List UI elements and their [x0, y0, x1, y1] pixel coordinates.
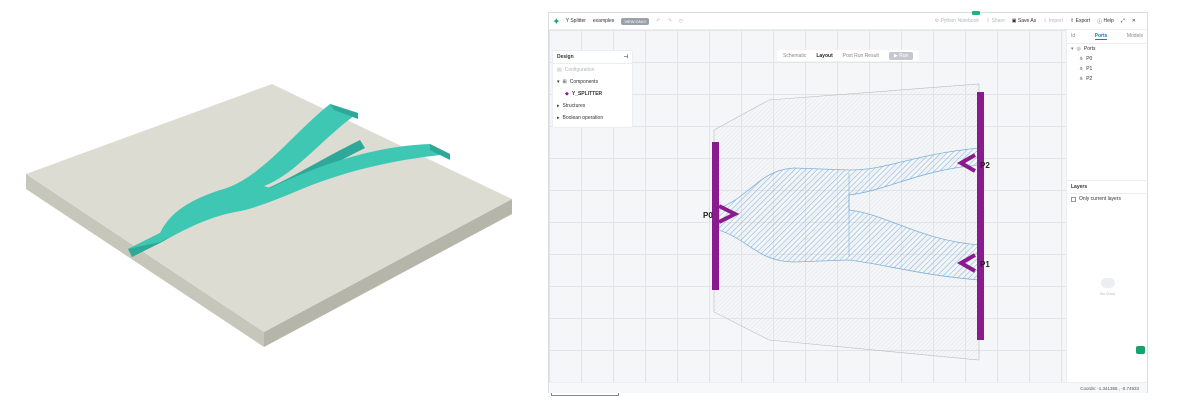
project-name[interactable]: examples — [593, 18, 614, 24]
structures-item[interactable]: ▸ Structures — [553, 100, 632, 112]
scale-ruler — [551, 393, 619, 396]
port-icon: ⋔ — [1079, 56, 1084, 62]
port-p1-p2-bar[interactable] — [977, 92, 984, 340]
right-panel: Id Ports Models ▾ ◎ Ports ⋔ P0 ⋔ P1 ⋔ P2… — [1066, 30, 1148, 382]
run-label: Run — [899, 52, 909, 59]
history-icon[interactable]: ◷ — [679, 18, 683, 24]
y-splitter-3d-render — [26, 84, 512, 347]
substrate-top — [26, 84, 512, 332]
help-button[interactable]: ⓘ Help — [1097, 18, 1114, 25]
chevron-down-icon: ▾ — [1071, 46, 1074, 52]
boolean-operation-item[interactable]: ▸ Boolean operation — [553, 112, 632, 124]
assistant-icon[interactable] — [1136, 346, 1145, 354]
view-tabs: Schematic Layout Post Run Result ▶ Run — [777, 50, 920, 61]
tab-schematic[interactable]: Schematic — [783, 53, 806, 59]
screenshot-stage: ✦ Y Splitter examples VIEW ONLY ↶ ↷ ◷ ⚙ … — [0, 0, 1200, 406]
only-current-layers-option[interactable]: Only current layers — [1071, 196, 1121, 202]
layers-header: Layers — [1067, 180, 1148, 194]
undo-icon[interactable]: ↶ — [656, 18, 660, 24]
port-icon: ⋔ — [1079, 76, 1084, 82]
empty-cloud-icon — [1100, 278, 1115, 288]
share-button[interactable]: ⇪ Share — [986, 18, 1005, 24]
tab-layout[interactable]: Layout — [816, 53, 832, 59]
component-label: Y_SPLITTER — [571, 91, 603, 97]
port-label-p0: P0 — [703, 211, 713, 220]
only-current-layers-checkbox[interactable] — [1071, 196, 1076, 202]
run-button[interactable]: ▶ Run — [888, 51, 914, 60]
design-title[interactable]: Y Splitter — [566, 18, 586, 24]
cursor-coordinates: Coords: -1.341365 , -0.74933 — [1080, 386, 1139, 391]
component-icon: ◆ — [565, 91, 569, 97]
ports-root-label: Ports — [1083, 46, 1096, 52]
port-item[interactable]: ⋔ P1 — [1067, 64, 1147, 74]
ports-icon: ◎ — [1076, 46, 1081, 52]
port-item[interactable]: ⋔ P2 — [1067, 74, 1147, 84]
component-tree-icon: ⊞ — [562, 79, 567, 85]
collapse-panel-icon[interactable]: ⊣ — [624, 54, 628, 60]
design-panel: Design ⊣ ▤ Configuration ▾ ⊞ Components … — [552, 50, 633, 128]
no-data-label: No Data — [1100, 291, 1115, 296]
structures-label: Structures — [562, 103, 586, 109]
tab-post-run-result[interactable]: Post Run Result — [843, 53, 879, 59]
redo-icon[interactable]: ↷ — [667, 18, 671, 24]
import-button[interactable]: ⇩ Import — [1043, 18, 1063, 24]
component-y-splitter[interactable]: ◆ Y_SPLITTER — [553, 88, 632, 100]
ports-root[interactable]: ▾ ◎ Ports — [1067, 44, 1147, 54]
export-button[interactable]: ⇧ Export — [1070, 18, 1090, 24]
no-data-placeholder: No Data — [1067, 278, 1148, 296]
configuration-item[interactable]: ▤ Configuration — [553, 64, 632, 76]
export-label: Export — [1075, 18, 1091, 24]
share-label: Share — [991, 18, 1005, 24]
only-current-layers-label: Only current layers — [1079, 196, 1121, 202]
tab-ports[interactable]: Ports — [1094, 33, 1108, 40]
close-icon[interactable]: ✕ — [1132, 18, 1136, 24]
port-label-p2: P2 — [980, 161, 990, 170]
port-p0-bar[interactable] — [712, 142, 719, 290]
design-panel-title: Design — [557, 54, 574, 60]
port-item-label: P0 — [1086, 56, 1093, 62]
port-label-p1: P1 — [980, 260, 990, 269]
layout-canvas[interactable]: P0 P2 P1 Design ⊣ ▤ Configuration ▾ ⊞ Co… — [549, 30, 1066, 396]
port-item-label: P2 — [1086, 76, 1093, 82]
right-panel-tabs: Id Ports Models — [1067, 30, 1147, 44]
configuration-icon: ▤ — [557, 67, 562, 73]
fullscreen-icon[interactable]: ⤢ — [1121, 18, 1125, 24]
app-logo-icon[interactable]: ✦ — [553, 17, 560, 26]
status-bar: Coords: -1.341365 , -0.74933 — [549, 382, 1147, 393]
view-only-badge: VIEW ONLY — [621, 17, 650, 25]
import-label: Import — [1048, 18, 1064, 24]
help-label: Help — [1103, 18, 1114, 24]
chevron-down-icon: ▾ — [557, 79, 560, 85]
chevron-right-icon: ▸ — [557, 115, 560, 121]
python-notebook-label: Python Notebook — [940, 18, 979, 24]
python-notebook-button[interactable]: ⚙ Python Notebook — [935, 18, 979, 24]
port-item[interactable]: ⋔ P0 — [1067, 54, 1147, 64]
chevron-right-icon: ▸ — [557, 103, 560, 109]
top-bar: ✦ Y Splitter examples VIEW ONLY ↶ ↷ ◷ ⚙ … — [549, 13, 1147, 30]
port-icon: ⋔ — [1079, 66, 1084, 72]
app-window: ✦ Y Splitter examples VIEW ONLY ↶ ↷ ◷ ⚙ … — [548, 11, 1148, 396]
boolean-operation-label: Boolean operation — [562, 115, 604, 121]
save-as-button[interactable]: ▣ Save As — [1012, 18, 1036, 24]
design-panel-header: Design ⊣ — [553, 51, 632, 64]
save-as-label: Save As — [1017, 18, 1037, 24]
components-label: Components — [569, 79, 599, 85]
configuration-label: Configuration — [564, 67, 595, 73]
components-item[interactable]: ▾ ⊞ Components — [553, 76, 632, 88]
tab-models[interactable]: Models — [1127, 33, 1143, 40]
port-item-label: P1 — [1086, 66, 1093, 72]
tab-id[interactable]: Id — [1071, 33, 1075, 40]
